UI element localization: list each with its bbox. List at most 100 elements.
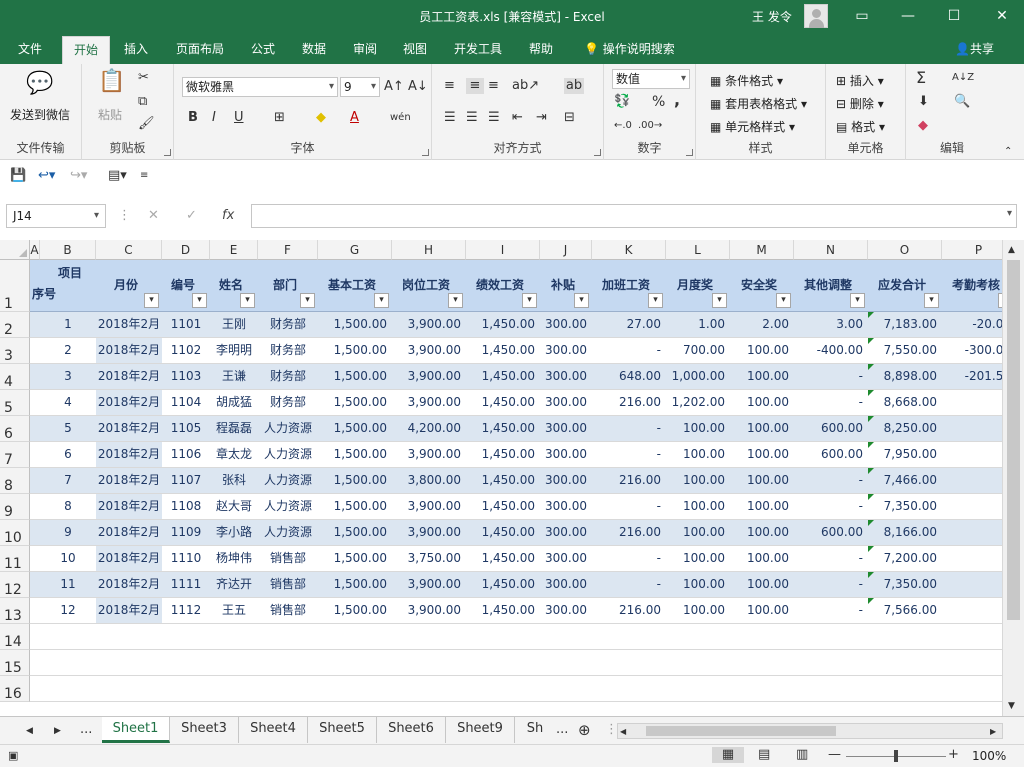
row-header-2[interactable]: 2 [0, 312, 30, 338]
table-cell[interactable]: 2018年2月 [96, 468, 162, 493]
table-cell[interactable]: 1,500.00 [318, 442, 392, 467]
empty-row[interactable] [30, 676, 1002, 702]
table-cell[interactable]: 2018年2月 [96, 546, 162, 571]
table-cell[interactable]: 1,000.00 [666, 364, 730, 389]
table-cell[interactable]: 2 [40, 338, 96, 363]
row-header-16[interactable]: 16 [0, 676, 30, 702]
column-header-j[interactable]: J [540, 240, 592, 260]
table-cell[interactable]: 人力资源 [258, 416, 318, 441]
table-cell[interactable]: 12 [40, 598, 96, 623]
table-cell[interactable]: 100.00 [730, 468, 794, 493]
table-cell[interactable]: 1112 [162, 598, 210, 623]
table-cell[interactable]: 300.00 [540, 390, 592, 415]
table-cell[interactable]: 1111 [162, 572, 210, 597]
table-cell[interactable]: 100.00 [666, 416, 730, 441]
filter-dropdown-icon[interactable]: ▾ [144, 293, 159, 308]
column-header-b[interactable]: B [40, 240, 96, 260]
table-cell[interactable]: 216.00 [592, 468, 666, 493]
table-cell[interactable]: 7 [40, 468, 96, 493]
table-cell[interactable]: - [942, 468, 1002, 493]
row-header-8[interactable]: 8 [0, 468, 30, 494]
table-cell[interactable]: 648.00 [592, 364, 666, 389]
format-cells-button[interactable]: ▤ 格式 ▾ [836, 118, 885, 135]
table-cell[interactable]: 赵大哥 [210, 494, 258, 519]
error-indicator-icon[interactable] [868, 312, 874, 318]
table-cell[interactable]: 1108 [162, 494, 210, 519]
table-cell[interactable]: 8,166.00 [868, 520, 942, 545]
filter-dropdown-icon[interactable]: ▾ [374, 293, 389, 308]
filter-dropdown-icon[interactable]: ▾ [850, 293, 865, 308]
filter-dropdown-icon[interactable]: ▾ [574, 293, 589, 308]
table-cell[interactable]: 3,750.00 [392, 546, 466, 571]
table-cell[interactable]: 3,900.00 [392, 338, 466, 363]
column-header-h[interactable]: H [392, 240, 466, 260]
decrease-decimal-icon[interactable]: .00→ [638, 118, 662, 134]
sheet-tab-sheet6[interactable]: Sheet6 [377, 717, 446, 743]
table-cell[interactable]: 300.00 [540, 572, 592, 597]
table-cell[interactable]: - [592, 572, 666, 597]
next-sheet-icon[interactable]: ▶ [54, 723, 61, 739]
horizontal-scroll-thumb[interactable] [646, 726, 836, 736]
page-layout-view-icon[interactable]: ▤ [758, 747, 770, 763]
table-cell[interactable]: 3,800.00 [392, 468, 466, 493]
table-cell[interactable]: - [942, 442, 1002, 467]
delete-cells-button[interactable]: ⊟ 删除 ▾ [836, 95, 884, 112]
align-middle-icon[interactable]: ≡ [466, 78, 484, 94]
table-cell[interactable]: 1,450.00 [466, 468, 540, 493]
table-cell[interactable]: 3,900.00 [392, 598, 466, 623]
row-header-1[interactable]: 1 [0, 260, 30, 312]
table-cell[interactable]: - [942, 572, 1002, 597]
table-cell[interactable]: 300.00 [540, 442, 592, 467]
sheet-tab-sheet5[interactable]: Sheet5 [308, 717, 377, 743]
table-cell[interactable]: 6 [40, 442, 96, 467]
table-cell[interactable]: 1 [40, 312, 96, 337]
zoom-in-icon[interactable]: + [948, 747, 959, 763]
table-cell[interactable]: 财务部 [258, 390, 318, 415]
select-all-corner[interactable] [0, 240, 30, 260]
table-cell[interactable]: 财务部 [258, 364, 318, 389]
tab-help[interactable]: 帮助 [529, 40, 553, 57]
table-cell[interactable]: 2018年2月 [96, 494, 162, 519]
sheet-tab-sheet3[interactable]: Sheet3 [170, 717, 239, 743]
table-cell[interactable]: - [592, 442, 666, 467]
table-cell[interactable]: 2018年2月 [96, 520, 162, 545]
send-wechat-button[interactable]: 发送到微信 [10, 106, 70, 123]
table-cell[interactable]: 1,500.00 [318, 546, 392, 571]
table-cell[interactable]: 人力资源 [258, 494, 318, 519]
macro-record-icon[interactable]: ▣ [8, 748, 18, 764]
filter-dropdown-icon[interactable]: ▾ [300, 293, 315, 308]
table-cell[interactable]: 1,450.00 [466, 338, 540, 363]
column-header-a[interactable]: A [30, 240, 40, 260]
error-indicator-icon[interactable] [868, 494, 874, 500]
table-cell[interactable]: 销售部 [258, 546, 318, 571]
table-cell[interactable]: 7,200.00 [868, 546, 942, 571]
table-cell[interactable]: 销售部 [258, 572, 318, 597]
table-cell[interactable]: 2.00 [730, 312, 794, 337]
column-header-e[interactable]: E [210, 240, 258, 260]
table-cell[interactable]: 1,450.00 [466, 364, 540, 389]
table-cell[interactable]: 2018年2月 [96, 598, 162, 623]
tab-data[interactable]: 数据 [302, 40, 326, 57]
prev-sheet-icon[interactable]: ◀ [26, 723, 33, 739]
table-cell[interactable]: 2018年2月 [96, 572, 162, 597]
row-header-7[interactable]: 7 [0, 442, 30, 468]
table-cell[interactable]: 财务部 [258, 338, 318, 363]
border-icon[interactable]: ⊞ [274, 110, 285, 126]
table-cell[interactable]: 1,500.00 [318, 468, 392, 493]
paste-button[interactable]: 粘贴 [98, 106, 122, 123]
scroll-down-icon[interactable]: ▼ [1008, 698, 1015, 714]
table-cell[interactable]: - [794, 546, 868, 571]
column-header-g[interactable]: G [318, 240, 392, 260]
table-cell[interactable]: 2018年2月 [96, 364, 162, 389]
table-cell[interactable]: - [794, 468, 868, 493]
name-box[interactable]: J14 [6, 204, 106, 228]
table-cell[interactable]: 300.00 [540, 364, 592, 389]
clear-icon[interactable]: ◆ [918, 118, 928, 134]
vertical-scrollbar[interactable]: ▲ ▼ [1002, 240, 1024, 716]
table-cell[interactable]: 1109 [162, 520, 210, 545]
table-cell[interactable]: - [794, 572, 868, 597]
table-cell[interactable]: 600.00 [794, 520, 868, 545]
empty-row[interactable] [30, 650, 1002, 676]
sheet-tab-sheet1[interactable]: Sheet1 [102, 717, 170, 743]
table-cell[interactable]: 人力资源 [258, 520, 318, 545]
